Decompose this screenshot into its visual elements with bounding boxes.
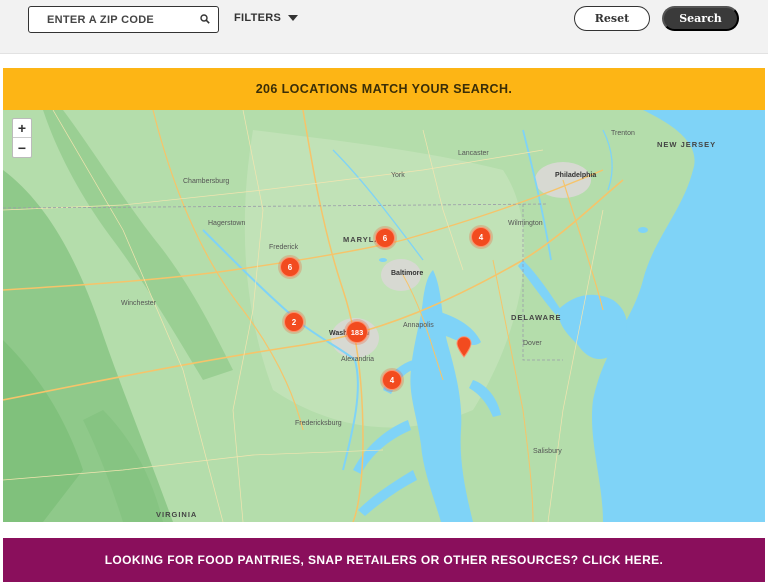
- map-cluster-marker[interactable]: 4: [382, 370, 402, 390]
- map-cluster-marker[interactable]: 4: [471, 227, 491, 247]
- map-label-new-jersey: NEW JERSEY: [657, 140, 717, 149]
- map-label-philadelphia: Philadelphia: [555, 172, 597, 179]
- caret-down-icon: [288, 15, 299, 21]
- map-label-frederick: Frederick: [269, 244, 299, 251]
- zoom-out-button[interactable]: −: [13, 138, 31, 157]
- map-cluster-marker[interactable]: 6: [375, 228, 395, 248]
- map-label-winchester: Winchester: [121, 300, 157, 307]
- map-label-virginia: VIRGINIA: [156, 510, 198, 519]
- map-label-york: York: [391, 172, 405, 179]
- map-label-baltimore: Baltimore: [391, 270, 424, 277]
- resources-link-banner[interactable]: LOOKING FOR FOOD PANTRIES, SNAP RETAILER…: [3, 538, 765, 582]
- map-cluster-marker[interactable]: 6: [280, 257, 300, 277]
- results-count-banner: 206 LOCATIONS MATCH YOUR SEARCH.: [3, 68, 765, 110]
- search-icon[interactable]: [200, 14, 210, 24]
- map-pin-icon[interactable]: [456, 336, 472, 358]
- reset-button[interactable]: Reset: [574, 6, 650, 31]
- map-label-dover: Dover: [523, 340, 542, 347]
- filters-dropdown[interactable]: FILTERS: [234, 12, 299, 24]
- map-cluster-marker[interactable]: 183: [346, 321, 368, 343]
- map-label-alexandria: Alexandria: [341, 356, 375, 363]
- map-label-lancaster: Lancaster: [458, 150, 489, 157]
- map-label-annapolis: Annapolis: [403, 322, 434, 329]
- map-label-delaware: DELAWARE: [511, 313, 562, 322]
- filters-label: FILTERS: [234, 12, 282, 24]
- map-label-hagerstown: Hagerstown: [208, 220, 246, 227]
- map-label-fredericksburg: Fredericksburg: [295, 420, 342, 427]
- map-base-layer: [3, 110, 765, 522]
- map[interactable]: Philadelphia Trenton NEW JERSEY Baltimor…: [3, 110, 765, 522]
- search-bar: FILTERS Reset Search: [0, 0, 768, 54]
- map-label-chambersburg: Chambersburg: [183, 178, 230, 185]
- map-label-trenton: Trenton: [611, 130, 635, 137]
- search-button[interactable]: Search: [662, 6, 739, 31]
- zip-search-field[interactable]: [28, 6, 219, 33]
- map-label-salisbury: Salisbury: [533, 448, 562, 455]
- map-cluster-marker[interactable]: 2: [284, 312, 304, 332]
- map-label-wilmington: Wilmington: [508, 220, 543, 227]
- map-zoom-control: + −: [12, 118, 32, 158]
- zip-code-input[interactable]: [29, 7, 189, 32]
- zoom-in-button[interactable]: +: [13, 119, 31, 138]
